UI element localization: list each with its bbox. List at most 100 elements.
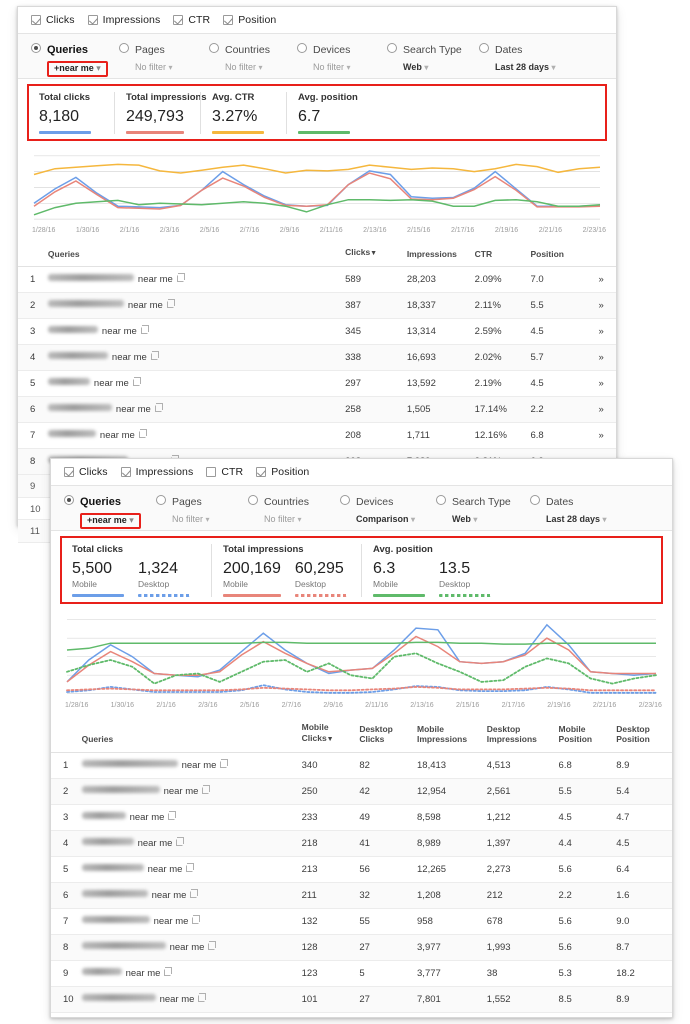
table-row[interactable]: 4 near me 338 16,693 2.02% 5.7 » [18,344,616,372]
table-row[interactable]: 8 near me 128 27 3,977 1,993 5.6 8.7 [51,934,672,961]
dimension-option-devices[interactable]: Devices No filter ▾ [297,41,387,75]
radio-icon[interactable] [64,495,74,505]
query-filter-chip[interactable]: +near me ▾ [47,60,108,78]
row-query[interactable]: near me [77,856,298,883]
col-mobile-impressions[interactable]: Mobile Impressions [413,714,483,753]
dimension-option-pages[interactable]: Pages No filter ▾ [119,41,209,75]
row-query[interactable]: near me [77,778,298,805]
row-query[interactable]: near me [77,830,298,857]
dimension-option-countries[interactable]: Countries No filter ▾ [248,493,340,527]
metric-checkbox-clicks[interactable]: Clicks [31,14,75,26]
row-expand-button[interactable]: » [586,370,616,398]
metric-checkbox-ctr[interactable]: CTR [173,14,210,26]
metric-checkbox-clicks[interactable]: Clicks [64,466,108,478]
external-link-icon[interactable] [198,992,207,1002]
dimension-filter-value[interactable]: No filter ▾ [172,514,210,524]
col-queries[interactable]: Queries [77,714,298,753]
external-link-icon[interactable] [176,836,185,846]
checkbox-icon[interactable] [223,15,234,25]
dimension-option-queries[interactable]: Queries +near me ▾ [31,41,119,78]
row-query[interactable]: near me [77,908,298,935]
external-link-icon[interactable] [140,325,149,335]
row-query[interactable]: near me [77,986,298,1013]
external-link-icon[interactable] [176,273,185,283]
table-row[interactable]: 1 near me 589 28,203 2.09% 7.0 » [18,266,616,294]
row-expand-button[interactable]: » [586,396,616,424]
table-row[interactable]: 3 near me 233 49 8,598 1,212 4.5 4.7 [51,804,672,831]
dimension-filter-value[interactable]: Web ▾ [452,514,477,524]
row-query[interactable]: near me [43,396,342,424]
external-link-icon[interactable] [190,888,199,898]
external-link-icon[interactable] [150,351,159,361]
dimension-option-pages[interactable]: Pages No filter ▾ [156,493,248,527]
col-position[interactable]: Position [526,239,587,268]
table-row[interactable]: 7 near me 208 1,711 12.16% 6.8 » [18,422,616,450]
dimension-option-countries[interactable]: Countries No filter ▾ [209,41,297,75]
query-filter-chip[interactable]: +near me ▾ [80,512,141,530]
table-row[interactable]: 5 near me 213 56 12,265 2,273 5.6 6.4 [51,856,672,883]
col-impressions[interactable]: Impressions [402,239,471,268]
dimension-filter-value[interactable]: No filter ▾ [135,62,173,72]
row-query[interactable]: near me [43,266,342,294]
radio-icon[interactable] [436,495,446,505]
metric-checkbox-position[interactable]: Position [223,14,276,26]
checkbox-icon[interactable] [120,467,131,477]
external-link-icon[interactable] [186,862,195,872]
external-link-icon[interactable] [138,429,147,439]
col-desktop-position[interactable]: Desktop Position [612,714,672,753]
row-query[interactable]: near me [43,292,342,320]
dimension-filter-value[interactable]: Last 28 days ▾ [495,62,556,72]
table-row[interactable]: 1 near me 340 82 18,413 4,513 6.8 8.9 [51,752,672,779]
table-row[interactable]: 5 near me 297 13,592 2.19% 4.5 » [18,370,616,398]
external-link-icon[interactable] [164,966,173,976]
dimension-option-search-type[interactable]: Search Type Web ▾ [436,493,530,527]
metric-checkbox-impressions[interactable]: Impressions [87,14,161,26]
table-row[interactable]: 2 near me 250 42 12,954 2,561 5.5 5.4 [51,778,672,805]
row-query[interactable]: near me [43,318,342,346]
row-query[interactable]: near me [43,370,342,398]
row-query[interactable]: near me [43,344,342,372]
table-row[interactable]: 10 near me 101 27 7,801 1,552 8.5 8.9 [51,986,672,1013]
table-row[interactable]: 3 near me 345 13,314 2.59% 4.5 » [18,318,616,346]
dimension-filter-value[interactable]: Comparison ▾ [356,514,415,524]
checkbox-icon[interactable] [206,467,217,477]
dimension-filter-value[interactable]: No filter ▾ [313,62,351,72]
radio-icon[interactable] [479,43,489,53]
dimension-option-devices[interactable]: Devices Comparison ▾ [340,493,436,527]
row-query[interactable]: near me [77,934,298,961]
row-query[interactable]: near me [77,804,298,831]
checkbox-icon[interactable] [87,15,98,25]
row-query[interactable]: near me [77,752,298,779]
dimension-filter-value[interactable]: Last 28 days ▾ [546,514,607,524]
radio-icon[interactable] [340,495,350,505]
checkbox-icon[interactable] [173,15,184,25]
col-mobile-position[interactable]: Mobile Position [554,714,613,753]
radio-icon[interactable] [209,43,219,53]
dimension-filter-value[interactable]: No filter ▾ [225,62,263,72]
checkbox-icon[interactable] [256,467,267,477]
table-row[interactable]: 7 near me 132 55 958 678 5.6 9.0 [51,908,672,935]
radio-icon[interactable] [248,495,258,505]
external-link-icon[interactable] [166,299,175,309]
metric-checkbox-position[interactable]: Position [256,466,309,478]
external-link-icon[interactable] [208,940,217,950]
row-query[interactable]: near me [77,882,298,909]
col-mobile-clicks[interactable]: Mobile Clicks▼ [297,714,356,753]
radio-icon[interactable] [387,43,397,53]
row-expand-button[interactable]: » [586,422,616,450]
row-expand-button[interactable]: » [586,318,616,346]
external-link-icon[interactable] [192,914,201,924]
radio-icon[interactable] [119,43,129,53]
table-row[interactable]: 6 near me 211 32 1,208 212 2.2 1.6 [51,882,672,909]
radio-icon[interactable] [156,495,166,505]
external-link-icon[interactable] [202,784,211,794]
row-expand-button[interactable]: » [586,292,616,320]
external-link-icon[interactable] [168,810,177,820]
dimension-filter-value[interactable]: Web ▾ [403,62,428,72]
dimension-option-search-type[interactable]: Search Type Web ▾ [387,41,479,75]
row-expand-button[interactable]: » [586,266,616,294]
col-queries[interactable]: Queries [43,239,342,268]
table-row[interactable]: 4 near me 218 41 8,989 1,397 4.4 4.5 [51,830,672,857]
dimension-option-dates[interactable]: Dates Last 28 days ▾ [530,493,634,527]
col-desktop-clicks[interactable]: Desktop Clicks [355,714,414,753]
